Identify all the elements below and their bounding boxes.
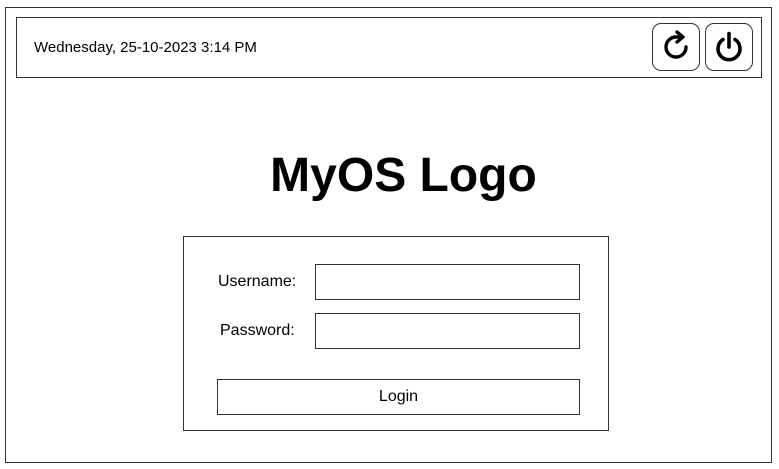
login-form: Username: Password: Login [183,236,609,431]
password-label: Password: [220,322,295,339]
username-label: Username: [218,273,297,290]
date-time-display: Wednesday, 25-10-2023 3:14 PM [34,39,257,56]
os-logo: MyOS Logo [270,149,537,202]
username-field[interactable] [315,264,580,300]
restart-icon [659,30,693,64]
power-icon [712,30,746,64]
top-bar: Wednesday, 25-10-2023 3:14 PM [16,17,762,78]
power-button[interactable] [705,23,753,71]
login-button[interactable]: Login [217,379,580,415]
password-field[interactable] [315,313,580,349]
restart-button[interactable] [652,23,700,71]
